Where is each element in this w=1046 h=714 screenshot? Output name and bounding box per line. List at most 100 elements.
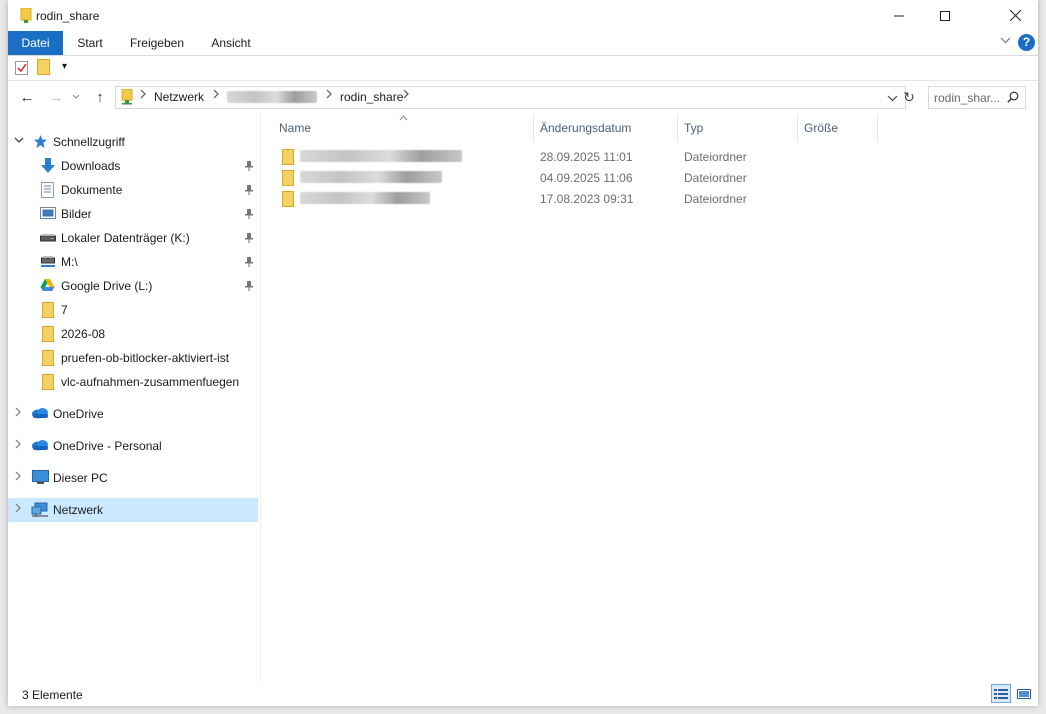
collapsed-chevron-icon[interactable] <box>14 407 22 420</box>
breadcrumb-chevron-icon[interactable] <box>212 89 220 102</box>
folder-icon <box>282 170 294 189</box>
nav-label: Lokaler Datenträger (K:) <box>61 231 190 245</box>
tab-ansicht[interactable]: Ansicht <box>204 31 258 55</box>
search-icon[interactable] <box>1007 91 1019 106</box>
close-button[interactable] <box>992 0 1038 31</box>
table-row[interactable]: 17.08.2023 09:31 Dateiordner <box>278 188 878 209</box>
network-icon <box>31 502 48 518</box>
recent-locations-icon[interactable] <box>70 88 82 106</box>
collapsed-chevron-icon[interactable] <box>14 471 22 484</box>
breadcrumb-chevron-icon[interactable] <box>325 89 333 102</box>
nav-item-lokaler-datentraeger[interactable]: Lokaler Datenträger (K:) <box>8 226 258 250</box>
folder-icon <box>282 191 294 210</box>
nav-item-downloads[interactable]: Downloads <box>8 154 258 178</box>
google-drive-icon <box>40 278 56 294</box>
redacted-folder-name <box>300 192 430 204</box>
nav-label: Bilder <box>61 207 92 221</box>
pin-icon[interactable] <box>244 280 254 294</box>
collapsed-chevron-icon[interactable] <box>14 439 22 452</box>
column-divider[interactable] <box>797 115 798 142</box>
computer-icon <box>32 470 49 486</box>
breadcrumb-chevron-icon[interactable] <box>402 89 410 102</box>
nav-label: 2026-08 <box>61 327 106 341</box>
forward-button[interactable]: → <box>46 88 66 106</box>
nav-item-m-drive[interactable]: M:\ <box>8 250 258 274</box>
table-row[interactable]: 04.09.2025 11:06 Dateiordner <box>278 167 878 188</box>
up-button[interactable]: ↑ <box>90 88 110 106</box>
tab-datei[interactable]: Datei <box>8 31 63 55</box>
nav-label: Netzwerk <box>53 503 104 517</box>
properties-icon[interactable] <box>15 60 29 78</box>
nav-item-folder-7[interactable]: 7 <box>8 298 258 322</box>
column-header-date[interactable]: Änderungsdatum <box>540 121 631 135</box>
expanded-chevron-icon[interactable] <box>14 135 24 148</box>
pane-divider[interactable] <box>260 112 261 682</box>
table-row[interactable]: 28.09.2025 11:01 Dateiordner <box>278 146 878 167</box>
row-type: Dateiordner <box>684 192 747 206</box>
pin-icon[interactable] <box>244 160 254 174</box>
pin-icon[interactable] <box>244 208 254 222</box>
breadcrumb-netzwerk[interactable]: Netzwerk <box>154 90 204 104</box>
tab-start[interactable]: Start <box>68 31 112 55</box>
nav-label: 7 <box>61 303 68 317</box>
minimize-button[interactable] <box>876 0 922 31</box>
folder-icon <box>282 149 294 168</box>
maximize-button[interactable] <box>922 0 968 31</box>
new-folder-icon[interactable] <box>37 59 50 78</box>
nav-label: Downloads <box>61 159 121 173</box>
back-button[interactable]: ← <box>17 88 37 106</box>
nav-item-schnellzugriff[interactable]: Schnellzugriff <box>8 130 258 154</box>
network-location-icon <box>121 88 133 108</box>
nav-item-folder-2026-08[interactable]: 2026-08 <box>8 322 258 346</box>
nav-item-dieser-pc[interactable]: Dieser PC <box>8 466 258 490</box>
address-dropdown-icon[interactable] <box>887 92 898 106</box>
qat-dropdown-icon[interactable]: ▾ <box>62 61 67 72</box>
pin-icon[interactable] <box>244 256 254 270</box>
nav-item-onedrive[interactable]: OneDrive <box>8 402 258 426</box>
nav-item-netzwerk[interactable]: Netzwerk <box>8 498 258 522</box>
navigation-pane: Schnellzugriff Downloads Dokumente Bilde… <box>8 125 260 680</box>
nav-item-bilder[interactable]: Bilder <box>8 202 258 226</box>
tab-freigeben[interactable]: Freigeben <box>124 31 190 55</box>
breadcrumb-rodin-share[interactable]: rodin_share <box>340 90 403 104</box>
nav-item-onedrive-personal[interactable]: OneDrive - Personal <box>8 434 258 458</box>
nav-item-google-drive[interactable]: Google Drive (L:) <box>8 274 258 298</box>
nav-label: vlc-aufnahmen-zusammenfuegen <box>61 375 240 389</box>
pin-icon[interactable] <box>244 184 254 198</box>
redacted-server-name <box>227 91 317 103</box>
large-icons-view-button[interactable] <box>1014 684 1034 703</box>
ribbon-tabs: Datei Start Freigeben Ansicht ? <box>8 31 1038 56</box>
search-box[interactable]: rodin_shar... <box>928 86 1026 109</box>
row-type: Dateiordner <box>684 171 747 185</box>
window-title: rodin_share <box>36 9 100 23</box>
row-type: Dateiordner <box>684 150 747 164</box>
pictures-icon <box>40 206 56 222</box>
column-header-name[interactable]: Name <box>279 121 311 135</box>
breadcrumb-chevron-icon[interactable] <box>139 89 147 102</box>
download-arrow-icon <box>40 158 56 174</box>
folder-icon <box>42 374 58 390</box>
column-header-size[interactable]: Größe <box>804 121 838 135</box>
help-icon[interactable]: ? <box>1018 34 1035 51</box>
address-bar[interactable]: Netzwerk rodin_share <box>115 86 906 109</box>
column-divider[interactable] <box>533 115 534 142</box>
ribbon-expand-chevron-icon[interactable] <box>1000 35 1011 49</box>
nav-item-folder-bitlocker[interactable]: pruefen-ob-bitlocker-aktiviert-ist <box>8 346 258 370</box>
row-date: 17.08.2023 09:31 <box>540 192 634 206</box>
nav-label: OneDrive - Personal <box>53 439 162 453</box>
row-date: 28.09.2025 11:01 <box>540 150 633 164</box>
nav-item-folder-vlc[interactable]: vlc-aufnahmen-zusammenfuegen <box>8 370 258 394</box>
details-view-button[interactable] <box>991 684 1011 703</box>
folder-icon <box>42 302 58 318</box>
folder-icon <box>42 326 58 342</box>
nav-label: OneDrive <box>53 407 104 421</box>
quick-access-toolbar: ▾ <box>8 56 1038 81</box>
pin-icon[interactable] <box>244 232 254 246</box>
column-divider[interactable] <box>677 115 678 142</box>
column-header-type[interactable]: Typ <box>684 121 703 135</box>
nav-item-dokumente[interactable]: Dokumente <box>8 178 258 202</box>
nav-label: Dieser PC <box>53 471 108 485</box>
refresh-button[interactable]: ↻ <box>901 89 917 105</box>
collapsed-chevron-icon[interactable] <box>14 503 22 516</box>
column-divider[interactable] <box>877 115 878 142</box>
